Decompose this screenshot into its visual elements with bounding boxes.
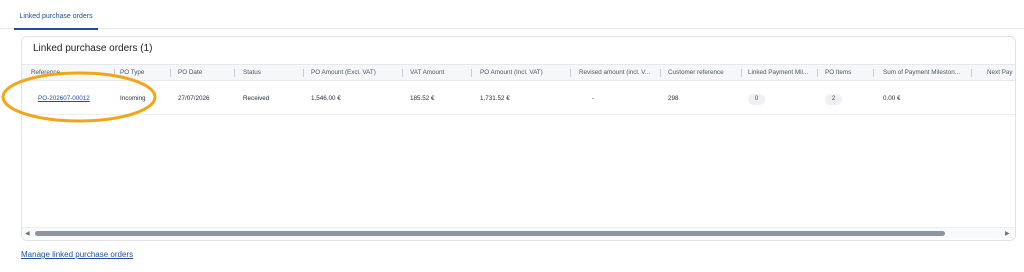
revised-amount-cell: - [592, 95, 595, 102]
column-separator[interactable] [114, 69, 115, 77]
column-separator[interactable] [741, 69, 742, 77]
column-separator[interactable] [234, 69, 235, 77]
column-separator[interactable] [402, 69, 403, 77]
po-amount-incl-vat-cell: 1,731.52 € [480, 95, 510, 102]
column-header-reference[interactable]: Reference [31, 65, 131, 80]
column-header-status[interactable]: Status [243, 65, 298, 80]
chevron-left-icon[interactable]: ◀ [25, 230, 30, 237]
column-separator[interactable] [471, 69, 472, 77]
column-header-po-type[interactable]: PO Type [120, 65, 170, 80]
column-separator[interactable] [303, 69, 304, 77]
column-header-next-payment[interactable]: Next Pay [987, 65, 1015, 80]
linked-milestones-badge: 0 [748, 94, 765, 105]
chevron-right-icon[interactable]: ▶ [1005, 230, 1010, 237]
column-header-revised-amount[interactable]: Revised amount (incl. V... [579, 65, 661, 80]
column-separator[interactable] [170, 69, 171, 77]
column-header-linked-payment-milestones[interactable]: Linked Payment Mil... [748, 65, 816, 80]
po-amount-excl-vat-cell: 1,546.00 € [311, 95, 341, 102]
column-header-po-date[interactable]: PO Date [178, 65, 233, 80]
scrollbar-thumb[interactable] [35, 231, 945, 236]
po-type-cell: Incoming [120, 95, 146, 102]
linked-purchase-orders-card: Linked purchase orders (1) Reference PO … [21, 36, 1016, 241]
column-header-vat-amount[interactable]: VAT Amount [410, 65, 470, 80]
horizontal-scrollbar[interactable]: ◀ ▶ [22, 227, 1015, 238]
manage-linked-purchase-orders-link[interactable]: Manage linked purchase orders [21, 250, 133, 259]
po-reference-link[interactable]: PO-202607-00012 [38, 82, 90, 115]
po-items-badge: 2 [825, 94, 842, 105]
column-header-po-amount-excl-vat[interactable]: PO Amount (Excl. VAT) [311, 65, 401, 80]
card-title: Linked purchase orders (1) [33, 43, 153, 54]
tab-bar: Linked purchase orders [0, 0, 1024, 30]
customer-reference-cell: 298 [668, 95, 679, 102]
column-separator[interactable] [873, 69, 874, 77]
column-separator[interactable] [817, 69, 818, 77]
table-header: Reference PO Type PO Date Status PO Amou… [22, 64, 1015, 81]
po-items-cell: 2 [825, 82, 842, 115]
column-separator[interactable] [570, 69, 571, 77]
sum-milestones-cell: 0.00 € [883, 95, 901, 102]
column-separator[interactable] [660, 69, 661, 77]
purchase-orders-table: Reference PO Type PO Date Status PO Amou… [22, 64, 1015, 238]
po-date-cell: 27/07/2026 [178, 95, 210, 102]
column-header-sum-payment-milestones[interactable]: Sum of Payment Mileston... [883, 65, 971, 80]
table-row[interactable]: PO-202607-00012 Incoming 27/07/2026 Rece… [22, 82, 1015, 115]
column-header-customer-reference[interactable]: Customer reference [668, 65, 743, 80]
column-header-po-items[interactable]: PO Items [825, 65, 870, 80]
tab-linked-purchase-orders[interactable]: Linked purchase orders [14, 0, 98, 30]
column-separator[interactable] [971, 69, 972, 77]
column-header-po-amount-incl-vat[interactable]: PO Amount (Incl. VAT) [480, 65, 570, 80]
linked-milestones-cell: 0 [748, 82, 765, 115]
vat-amount-cell: 185.52 € [410, 95, 435, 102]
status-cell: Received [243, 95, 270, 102]
